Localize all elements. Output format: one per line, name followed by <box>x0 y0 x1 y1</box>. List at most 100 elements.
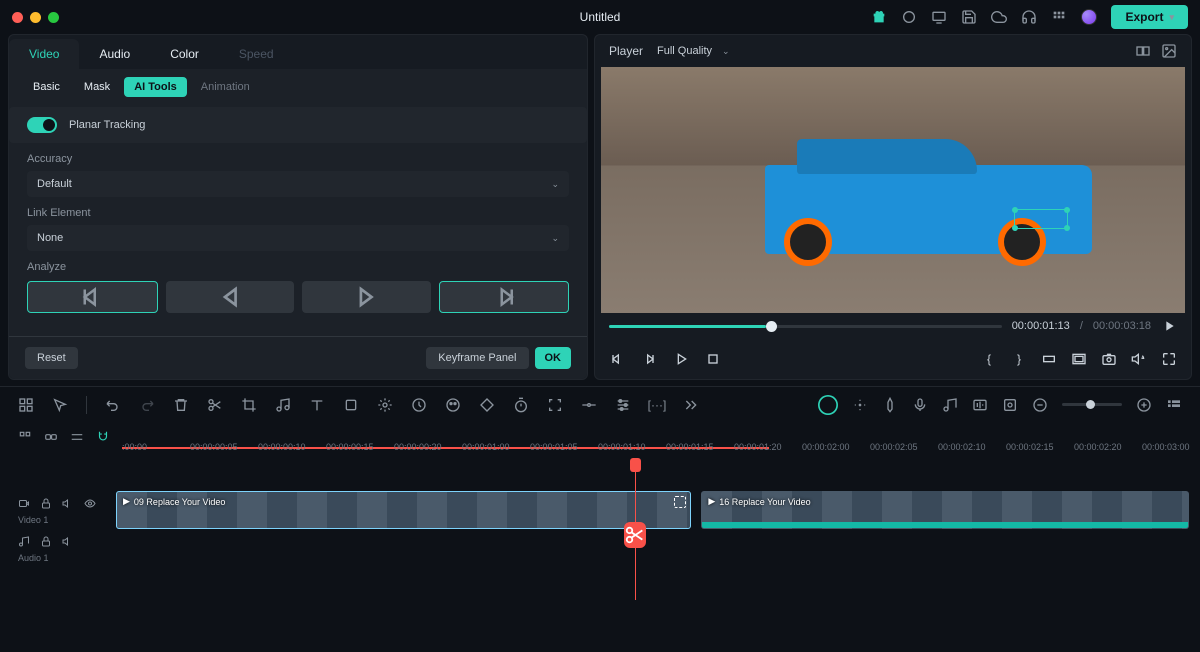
prev-frame-icon[interactable] <box>609 351 625 367</box>
brace-close-icon[interactable]: } <box>1011 351 1027 367</box>
display-icon[interactable] <box>931 9 947 25</box>
th-link-icon[interactable] <box>44 430 58 444</box>
adjust-icon[interactable] <box>972 397 988 413</box>
analyze-step-forward-button[interactable] <box>439 281 570 313</box>
audio-icon[interactable] <box>942 397 958 413</box>
keyframe-icon[interactable] <box>479 397 495 413</box>
mute-icon[interactable] <box>62 534 74 549</box>
layout-icon[interactable] <box>18 397 34 413</box>
audio-track-icon[interactable] <box>18 534 30 549</box>
record-icon[interactable] <box>901 9 917 25</box>
user-avatar[interactable] <box>1081 9 1097 25</box>
zoom-in-icon[interactable] <box>1136 397 1152 413</box>
video-clip-2[interactable]: ▶16 Replace Your Video <box>701 491 1189 529</box>
save-icon[interactable] <box>961 9 977 25</box>
more-icon[interactable] <box>683 397 699 413</box>
tab-audio[interactable]: Audio <box>79 39 150 69</box>
scrub-thumb[interactable] <box>766 321 777 332</box>
ai-badge-icon[interactable] <box>818 395 838 415</box>
zoom-out-icon[interactable] <box>1032 397 1048 413</box>
list-view-icon[interactable] <box>1166 397 1182 413</box>
chevron-down-icon: ⌄ <box>551 233 559 244</box>
sliders-icon[interactable] <box>615 397 631 413</box>
focus-icon[interactable] <box>547 397 563 413</box>
render-icon[interactable] <box>1002 397 1018 413</box>
brace-open-icon[interactable]: { <box>981 351 997 367</box>
subtab-animation[interactable]: Animation <box>191 77 260 97</box>
mute-icon[interactable] <box>62 496 74 511</box>
preview-viewport[interactable] <box>601 67 1185 313</box>
tracker-bounding-box[interactable] <box>1014 209 1068 229</box>
color-icon[interactable] <box>445 397 461 413</box>
analyze-backward-button[interactable] <box>166 281 295 313</box>
volume-icon[interactable] <box>1131 351 1147 367</box>
analyze-step-backward-button[interactable] <box>27 281 158 313</box>
speed-icon[interactable] <box>411 397 427 413</box>
ratio-icon[interactable] <box>1041 351 1057 367</box>
analyze-forward-button[interactable] <box>302 281 431 313</box>
scrub-track[interactable] <box>609 325 1002 328</box>
export-button[interactable]: Export ▾ <box>1111 5 1188 29</box>
minimize-window-button[interactable] <box>30 12 41 23</box>
mic-icon[interactable] <box>912 397 928 413</box>
video-clip-1[interactable]: ▶09 Replace Your Video <box>116 491 691 529</box>
apps-icon[interactable] <box>1051 9 1067 25</box>
timer-icon[interactable] <box>513 397 529 413</box>
timeline-ruler[interactable]: :00:0000:00:00:0500:00:00:1000:00:00:150… <box>122 422 1200 452</box>
headphones-icon[interactable] <box>1021 9 1037 25</box>
next-frame-icon[interactable] <box>641 351 657 367</box>
play-icon[interactable] <box>673 351 689 367</box>
link-element-select[interactable]: None ⌄ <box>27 225 569 251</box>
split-badge[interactable] <box>624 522 646 548</box>
video-track-lane[interactable]: ▶09 Replace Your Video ▶16 Replace Your … <box>116 491 1200 529</box>
compare-view-icon[interactable] <box>1135 43 1151 59</box>
tab-video[interactable]: Video <box>9 39 79 69</box>
fullscreen-icon[interactable] <box>1161 351 1177 367</box>
music-icon[interactable] <box>275 397 291 413</box>
visibility-icon[interactable] <box>84 496 96 511</box>
safe-zone-icon[interactable] <box>1071 351 1087 367</box>
cloud-icon[interactable] <box>991 9 1007 25</box>
th-group-icon[interactable] <box>18 430 32 444</box>
zoom-slider[interactable] <box>1062 403 1122 406</box>
accuracy-select[interactable]: Default ⌄ <box>27 171 569 197</box>
gift-icon[interactable] <box>871 9 887 25</box>
link-element-label: Link Element <box>27 207 569 219</box>
snapshot-icon[interactable] <box>1101 351 1117 367</box>
stop-icon[interactable] <box>705 351 721 367</box>
subtab-basic[interactable]: Basic <box>23 77 70 97</box>
chevron-down-icon: ⌄ <box>551 179 559 190</box>
split-icon[interactable] <box>207 397 223 413</box>
subtab-ai-tools[interactable]: AI Tools <box>124 77 187 97</box>
crop-icon[interactable] <box>241 397 257 413</box>
image-icon[interactable] <box>1161 43 1177 59</box>
keyframe-panel-button[interactable]: Keyframe Panel <box>426 347 528 369</box>
tab-color[interactable]: Color <box>150 39 219 69</box>
th-magnet-icon[interactable] <box>96 430 110 444</box>
audio-track-lane[interactable] <box>116 529 1200 567</box>
redo-icon[interactable] <box>139 397 155 413</box>
subtab-mask[interactable]: Mask <box>74 77 120 97</box>
lock-icon[interactable] <box>40 496 52 511</box>
ok-button[interactable]: OK <box>535 347 572 369</box>
reset-button[interactable]: Reset <box>25 347 78 369</box>
play-right-icon[interactable] <box>1161 318 1177 334</box>
th-track-icon[interactable] <box>70 430 84 444</box>
marker-icon[interactable] <box>882 397 898 413</box>
video-track-icon[interactable] <box>18 496 30 511</box>
lock-icon[interactable] <box>40 534 52 549</box>
settings-dots-icon[interactable] <box>852 397 868 413</box>
brackets-icon[interactable]: [···] <box>649 397 665 413</box>
planar-tracking-toggle[interactable] <box>27 117 57 133</box>
close-window-button[interactable] <box>12 12 23 23</box>
undo-icon[interactable] <box>105 397 121 413</box>
effect-icon[interactable] <box>377 397 393 413</box>
quality-select[interactable]: Full Quality ⌄ <box>657 45 730 57</box>
maximize-window-button[interactable] <box>48 12 59 23</box>
text-icon[interactable] <box>309 397 325 413</box>
label-icon[interactable] <box>581 397 597 413</box>
shape-icon[interactable] <box>343 397 359 413</box>
tab-speed[interactable]: Speed <box>219 39 294 69</box>
pointer-icon[interactable] <box>52 397 68 413</box>
delete-icon[interactable] <box>173 397 189 413</box>
